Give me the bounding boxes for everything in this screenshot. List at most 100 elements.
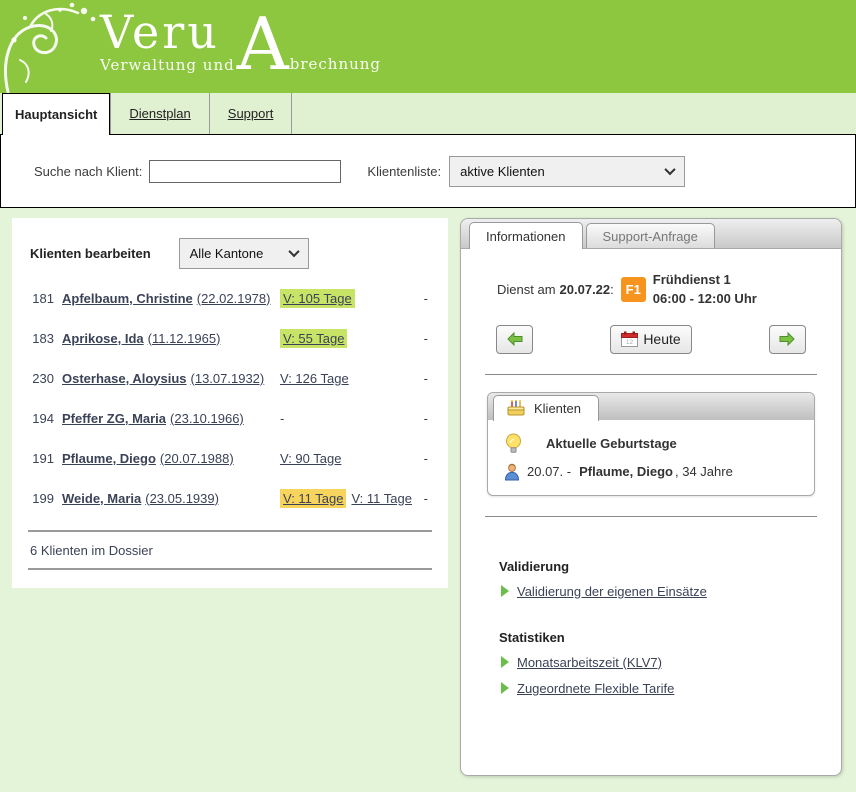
tab-hauptansicht[interactable]: Hauptansicht — [2, 93, 110, 135]
app-logo: Veru Verwaltung und A brechnung — [100, 8, 381, 74]
link-row: Zugeordnete Flexible Tarife — [501, 681, 821, 696]
client-id: 230 — [28, 371, 54, 386]
row-dash: - — [424, 411, 432, 426]
row-dash: - — [424, 331, 432, 346]
client-id: 191 — [28, 451, 54, 466]
previous-day-button[interactable] — [496, 325, 533, 354]
vacation-days-link[interactable]: V: 11 Tage — [351, 489, 411, 508]
statistiken-heading: Statistiken — [499, 630, 821, 645]
duty-label: Dienst am — [497, 282, 556, 297]
client-row: 230 Osterhase, Aloysius (13.07.1932) V: 1… — [28, 358, 432, 398]
chevron-down-icon — [664, 164, 675, 175]
logo-subtitle-right: brechnung — [290, 55, 381, 74]
client-name: Pflaume, Diego — [62, 451, 156, 466]
tab-dienstplan[interactable]: Dienstplan — [110, 93, 209, 134]
main-content: Klienten bearbeiten Alle Kantone 181 Apf… — [0, 208, 856, 776]
row-dash: - — [424, 491, 432, 506]
clients-panel-title: Klienten bearbeiten — [30, 246, 151, 261]
client-birthdate: (22.02.1978) — [197, 291, 271, 306]
client-name-link[interactable]: Apfelbaum, Christine (22.02.1978) — [62, 291, 270, 306]
birthday-entry: 20.07. - Pflaume, Diego, 34 Jahre — [503, 463, 800, 481]
duty-colon: : — [610, 282, 614, 297]
next-day-button[interactable] — [769, 325, 806, 354]
monatsarbeitszeit-link[interactable]: Monatsarbeitszeit (KLV7) — [517, 655, 662, 670]
shift-time: 06:00 - 12:00 Uhr — [653, 290, 757, 309]
page: Veru Verwaltung und A brechnung Hauptans… — [0, 0, 856, 792]
client-row: 183 Aprikose, Ida(11.12.1965) V: 55 Tage… — [28, 318, 432, 358]
birthday-cake-icon — [507, 400, 525, 416]
app-header: Veru Verwaltung und A brechnung — [0, 0, 856, 93]
client-name-link[interactable]: Aprikose, Ida(11.12.1965) — [62, 331, 220, 346]
client-name-link[interactable]: Pflaume, Diego (20.07.1988) — [62, 451, 234, 466]
today-button-label: Heute — [643, 331, 680, 347]
today-button[interactable]: 12 Heute — [610, 325, 691, 354]
clients-panel: Klienten bearbeiten Alle Kantone 181 Apf… — [12, 218, 448, 588]
vacation-days-link[interactable]: V: 90 Tage — [280, 449, 341, 468]
birthdays-heading-row: Aktuelle Geburtstage — [505, 433, 800, 454]
tab-support[interactable]: Support — [210, 93, 293, 134]
vacation-days-link[interactable]: V: 55 Tage — [280, 329, 347, 348]
arrow-right-icon — [779, 332, 795, 346]
klienten-box-body: Aktuelle Geburtstage 20.07. - Pflaume, D… — [488, 420, 814, 495]
info-panel-body: Dienst am 20.07.22 : F1 Frühdienst 1 06:… — [461, 249, 841, 696]
logo-subtitle-left: Verwaltung und — [100, 56, 235, 74]
logo-text-veru: Veru — [100, 8, 220, 56]
row-dash: - — [424, 451, 432, 466]
clients-count-footer: 6 Klienten im Dossier — [30, 543, 432, 558]
vacation-days-link[interactable]: V: 11 Tage — [280, 489, 346, 508]
link-row: Validierung der eigenen Einsätze — [501, 584, 821, 599]
link-row: Monatsarbeitszeit (KLV7) — [501, 655, 821, 670]
search-input[interactable] — [149, 160, 341, 183]
client-birthdate: (13.07.1932) — [191, 371, 265, 386]
client-name-link[interactable]: Osterhase, Aloysius (13.07.1932) — [62, 371, 264, 386]
duty-date: 20.07.22 — [560, 282, 611, 297]
birthdays-heading: Aktuelle Geburtstage — [546, 436, 677, 451]
klientenliste-label: Klientenliste: — [367, 164, 441, 179]
client-name: Osterhase, Aloysius — [62, 371, 187, 386]
klientenliste-selected-value: aktive Klienten — [460, 164, 545, 179]
klienten-box-tab-bar: Klienten — [488, 393, 814, 420]
search-section: Suche nach Klient: Klientenliste: aktive… — [0, 135, 856, 208]
client-name: Apfelbaum, Christine — [62, 291, 193, 306]
info-tab-bar: Informationen Support-Anfrage — [461, 219, 841, 249]
client-name: Weide, Maria — [62, 491, 141, 506]
kanton-selected-value: Alle Kantone — [190, 246, 264, 261]
validierung-link[interactable]: Validierung der eigenen Einsätze — [517, 584, 707, 599]
lightbulb-icon — [505, 433, 522, 454]
client-id: 199 — [28, 491, 54, 506]
klientenliste-select[interactable]: aktive Klienten — [449, 156, 685, 187]
client-name-link[interactable]: Pfeffer ZG, Maria (23.10.1966) — [62, 411, 244, 426]
tab-support-anfrage[interactable]: Support-Anfrage — [586, 223, 715, 248]
row-dash: - — [424, 371, 432, 386]
kanton-select[interactable]: Alle Kantone — [179, 238, 309, 269]
triangle-right-icon — [501, 656, 509, 668]
duty-row: Dienst am 20.07.22 : F1 Frühdienst 1 06:… — [497, 271, 821, 309]
client-name: Pfeffer ZG, Maria — [62, 411, 166, 426]
client-birthdate: (23.10.1966) — [170, 411, 244, 426]
chevron-down-icon — [288, 246, 299, 257]
calendar-icon: 12 — [621, 331, 638, 347]
flourish-decoration-icon — [0, 0, 100, 93]
client-id: 194 — [28, 411, 54, 426]
vacation-days-link[interactable]: V: 126 Tage — [280, 369, 349, 388]
divider — [28, 530, 432, 532]
date-navigation: 12 Heute — [481, 325, 821, 354]
shift-badge: F1 — [621, 277, 646, 302]
client-row: 191 Pflaume, Diego (20.07.1988) V: 90 Tag… — [28, 438, 432, 478]
birthday-entry-name: Pflaume, Diego — [579, 464, 673, 479]
divider — [485, 374, 817, 375]
klienten-box: Klienten Aktuelle Geburtstage — [487, 392, 815, 496]
tab-informationen[interactable]: Informationen — [469, 222, 583, 249]
client-row: 199 Weide, Maria(23.05.1939) V: 11 Tage V… — [28, 478, 432, 518]
tab-klienten[interactable]: Klienten — [493, 395, 599, 421]
person-icon — [503, 463, 521, 481]
svg-text:12: 12 — [626, 339, 634, 346]
tab-support-label: Support — [228, 106, 274, 121]
flexible-tarife-link[interactable]: Zugeordnete Flexible Tarife — [517, 681, 674, 696]
birthday-entry-date: 20.07. - — [527, 464, 571, 479]
client-name-link[interactable]: Weide, Maria(23.05.1939) — [62, 491, 219, 506]
klienten-tab-label: Klienten — [534, 401, 581, 416]
vacation-days-link[interactable]: V: 105 Tage — [280, 289, 355, 308]
client-birthdate: (20.07.1988) — [160, 451, 234, 466]
birthday-entry-age: , 34 Jahre — [675, 464, 733, 479]
